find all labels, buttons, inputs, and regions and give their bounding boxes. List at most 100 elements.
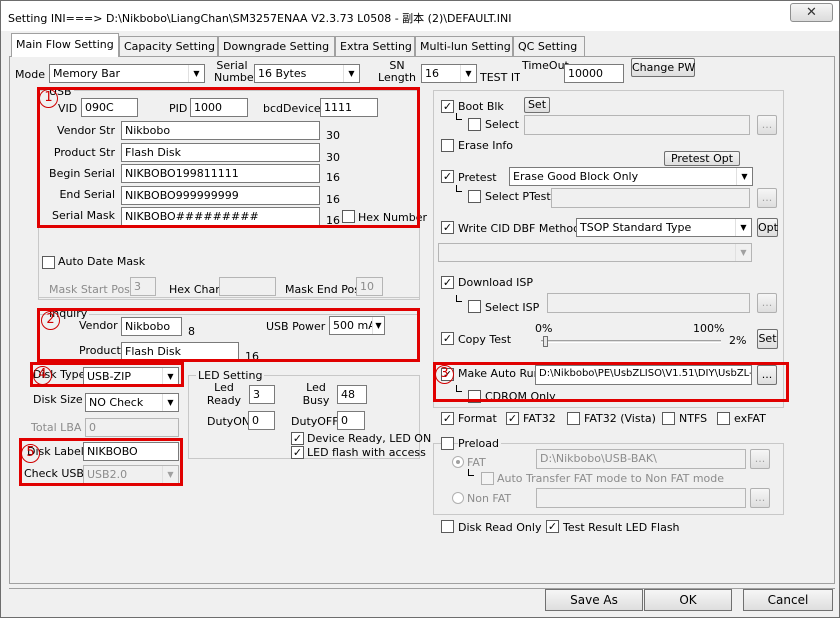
dbf-method-label: DBF Method [513, 222, 581, 235]
boot-blk-checkbox[interactable]: ✓ [441, 100, 454, 113]
select-ptest-checkbox[interactable] [468, 190, 481, 203]
write-cid-checkbox[interactable]: ✓ [441, 221, 454, 234]
copy-test-slider[interactable] [541, 340, 721, 343]
change-pw-button[interactable]: Change PW [631, 58, 695, 77]
device-ready-led-on-checkbox[interactable]: ✓ [291, 432, 304, 445]
cancel-button[interactable]: Cancel [743, 589, 833, 611]
pretest-select[interactable]: Erase Good Block Only ▼ [509, 167, 753, 186]
serial-number-select[interactable]: 16 Bytes ▼ [254, 64, 360, 83]
dbf-method-select[interactable]: TSOP Standard Type ▼ [576, 218, 752, 237]
ntfs-label: NTFS [679, 412, 708, 425]
tab-multi-lun-setting[interactable]: Multi-lun Setting [415, 36, 513, 56]
disk-size-select[interactable]: NO Check ▼ [85, 393, 179, 412]
non-fat-radio[interactable] [452, 492, 464, 504]
device-ready-led-on-label: Device Ready, LED ON [307, 432, 432, 445]
timeout-input[interactable]: 10000 [564, 64, 624, 83]
boot-blk-set-button[interactable]: Set [524, 97, 550, 113]
erase-info-checkbox[interactable] [441, 139, 454, 152]
tab-extra-setting[interactable]: Extra Setting [335, 36, 415, 56]
total-lba-label: Total LBA [31, 421, 82, 434]
duty-off-label: DutyOFF [291, 415, 339, 428]
fat-label: FAT [467, 456, 486, 469]
boot-blk-browse-button[interactable]: ... [757, 115, 777, 135]
fat32-vista-label: FAT32 (Vista) [584, 412, 656, 425]
tab-main-flow-setting[interactable]: Main Flow Setting [11, 33, 119, 57]
write-cid-label: Write CID [458, 222, 510, 235]
disk-read-only-checkbox[interactable] [441, 520, 454, 533]
preload-checkbox[interactable] [441, 437, 454, 450]
pretest-label: Pretest [458, 171, 497, 184]
exfat-checkbox[interactable] [717, 412, 730, 425]
sn-length-select[interactable]: 16 ▼ [421, 64, 477, 83]
mask-end-pos-input[interactable]: 10 [356, 277, 383, 296]
serial-number-label: Serial Number [214, 59, 259, 84]
select-ptest-label: Select PTest [485, 190, 551, 203]
select-ptest-browse-button[interactable]: ... [757, 188, 777, 208]
tab-downgrade-setting[interactable]: Downgrade Setting [218, 36, 335, 56]
chevron-down-icon: ▼ [736, 168, 752, 185]
download-isp-checkbox[interactable]: ✓ [441, 276, 454, 289]
chevron-down-icon: ▼ [735, 219, 751, 236]
duty-off-input[interactable]: 0 [337, 411, 365, 430]
total-lba-input[interactable]: 0 [85, 418, 179, 437]
pretest-checkbox[interactable]: ✓ [441, 170, 454, 183]
non-fat-browse-button[interactable]: ... [750, 488, 770, 508]
boot-blk-select-checkbox[interactable] [468, 118, 481, 131]
led-flash-with-access-checkbox[interactable]: ✓ [291, 446, 304, 459]
preload-label: Preload [458, 437, 501, 450]
hex-char-label: Hex Char: [169, 283, 224, 296]
select-isp-path-input[interactable] [547, 293, 750, 313]
duty-on-input[interactable]: 0 [248, 411, 275, 430]
sn-length-value: 16 [425, 67, 439, 80]
fat32-vista-checkbox[interactable] [567, 412, 580, 425]
window-title: Setting INI===> D:\Nikbobo\LiangChan\SM3… [8, 12, 512, 25]
copy-test-checkbox[interactable]: ✓ [441, 332, 454, 345]
fat32-checkbox[interactable]: ✓ [506, 412, 519, 425]
fat-path-input[interactable]: D:\Nikbobo\USB-BAK\ [536, 449, 746, 469]
marker-5: 5 [21, 444, 40, 463]
led-ready-input[interactable]: 3 [249, 385, 275, 404]
select-isp-label: Select ISP [485, 301, 540, 314]
copy-test-percent: 2% [729, 334, 747, 347]
exfat-label: exFAT [734, 412, 766, 425]
ntfs-checkbox[interactable] [662, 412, 675, 425]
download-isp-label: Download ISP [458, 276, 534, 289]
test-result-led-flash-checkbox[interactable]: ✓ [546, 520, 559, 533]
non-fat-label: Non FAT [467, 492, 512, 505]
highlight-box-2 [37, 308, 420, 362]
disk-read-only-label: Disk Read Only [458, 521, 542, 534]
copy-test-set-button[interactable]: Set [757, 329, 778, 349]
format-checkbox[interactable]: ✓ [441, 412, 454, 425]
boot-blk-path-input[interactable] [524, 115, 750, 135]
timeout-label: TimeOut [522, 59, 569, 72]
disk-size-value: NO Check [89, 396, 144, 409]
dbf-extra-select[interactable]: ▼ [438, 243, 752, 262]
select-isp-browse-button[interactable]: ... [757, 293, 777, 313]
auto-date-mask-label: Auto Date Mask [58, 255, 146, 268]
save-as-button[interactable]: Save As [545, 589, 643, 611]
fat-browse-button[interactable]: ... [750, 449, 770, 469]
title-bar: Setting INI===> D:\Nikbobo\LiangChan\SM3… [1, 1, 839, 31]
select-isp-checkbox[interactable] [468, 300, 481, 313]
marker-4: 4 [33, 366, 52, 385]
non-fat-path-input[interactable] [536, 488, 746, 508]
ok-button[interactable]: OK [644, 589, 732, 611]
hex-char-input[interactable] [219, 277, 276, 296]
tree-connector [468, 469, 474, 476]
select-ptest-path-input[interactable] [551, 188, 750, 208]
chevron-down-icon: ▼ [343, 65, 359, 82]
fat-radio[interactable] [452, 456, 464, 468]
duty-on-label: DutyON [207, 415, 251, 428]
auto-transfer-checkbox[interactable] [481, 472, 494, 485]
pretest-opt-button[interactable]: Pretest Opt [664, 151, 740, 166]
auto-date-mask-checkbox[interactable] [42, 256, 55, 269]
boot-blk-label: Boot Blk [458, 100, 504, 113]
tab-capacity-setting[interactable]: Capacity Setting [119, 36, 218, 56]
mask-start-pos-input[interactable]: 3 [130, 277, 156, 296]
tab-qc-setting[interactable]: QC Setting [513, 36, 585, 56]
dbf-opt-button[interactable]: Opt [757, 218, 778, 237]
led-busy-input[interactable]: 48 [337, 385, 367, 404]
mode-select[interactable]: Memory Bar ▼ [49, 64, 205, 83]
copy-test-slider-thumb[interactable] [542, 336, 548, 347]
close-button[interactable]: ✕ [790, 3, 833, 22]
